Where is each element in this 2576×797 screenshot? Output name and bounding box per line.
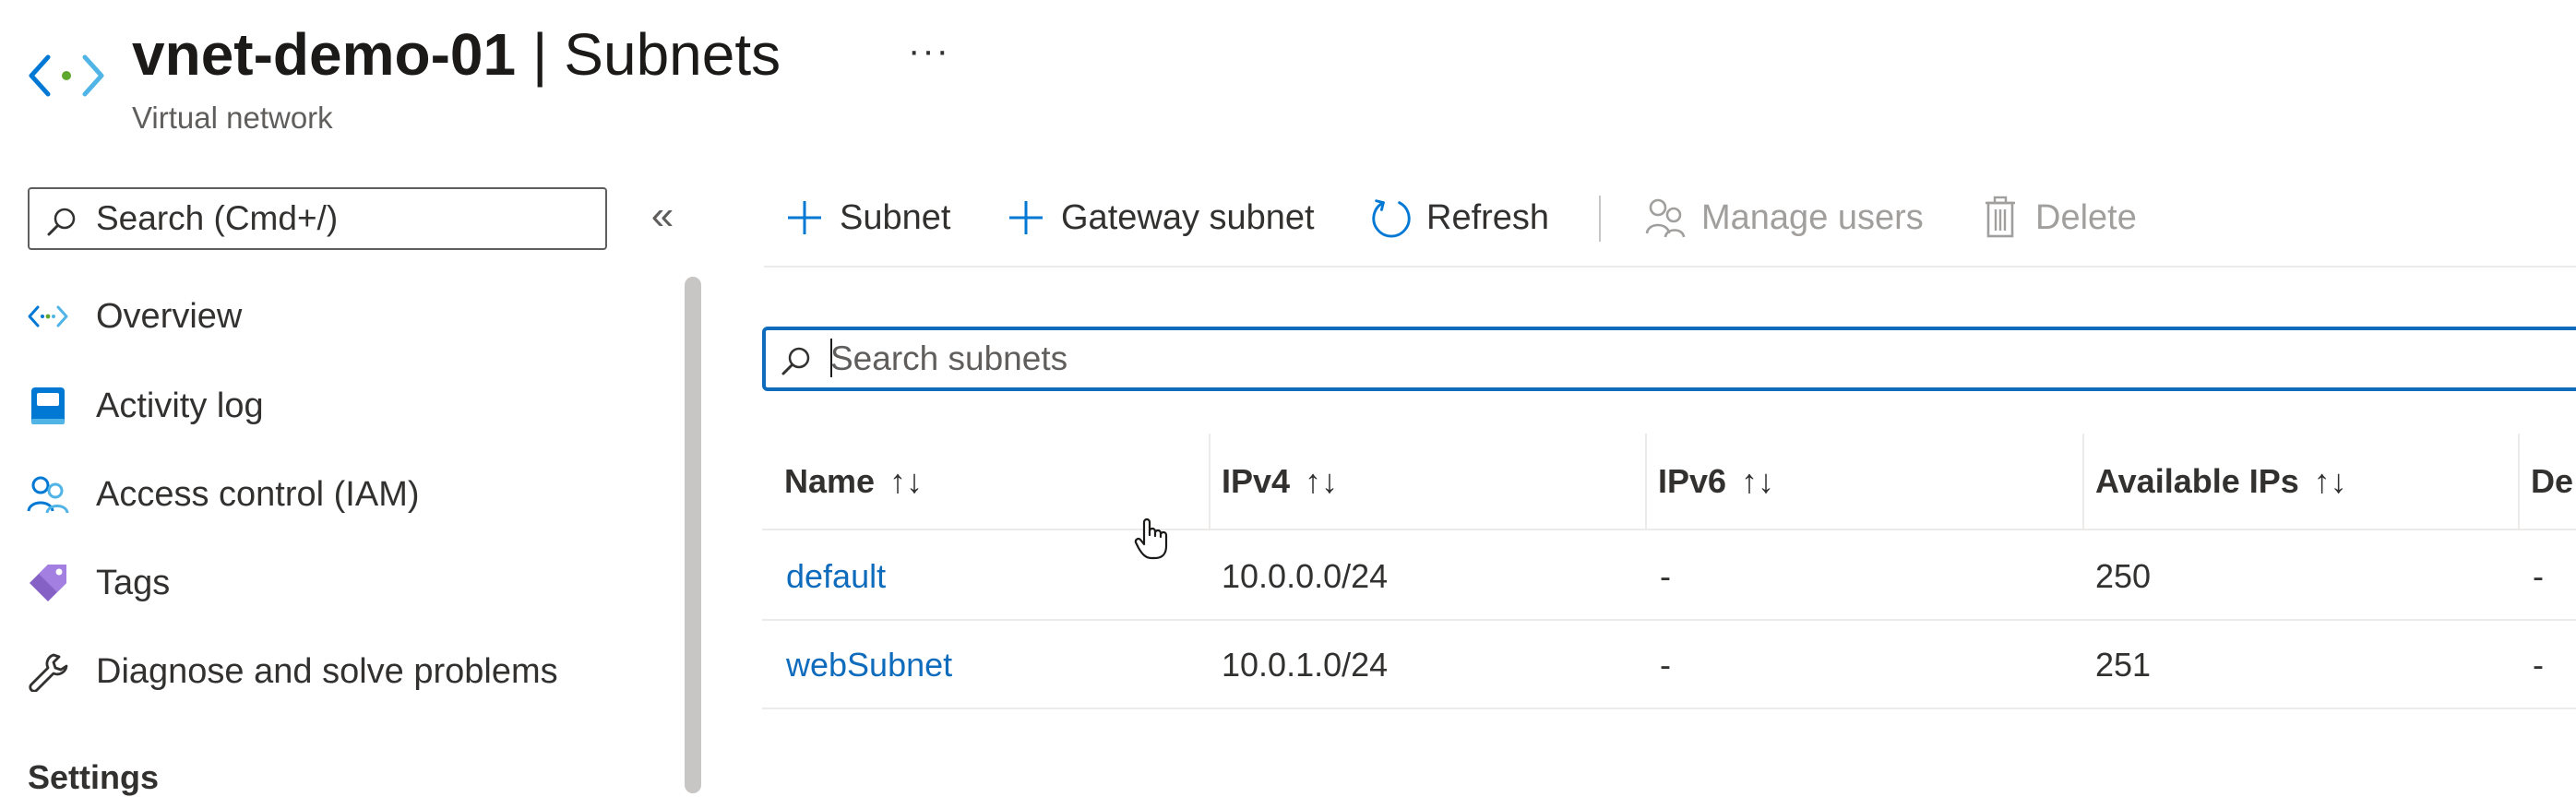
manage-users-icon (1644, 196, 1688, 240)
column-header-available-ips[interactable]: Available IPs ↑↓ (2095, 434, 2347, 529)
text-caret (830, 339, 832, 377)
resource-name: vnet-demo-01 (132, 21, 517, 88)
ipv4-cell: 10.0.0.0/24 (1222, 557, 1389, 595)
plus-icon (782, 196, 827, 240)
plus-icon (1004, 196, 1048, 240)
delete-button[interactable]: Delete (1978, 190, 2137, 245)
manage-users-button[interactable]: Manage users (1644, 190, 1924, 245)
sort-icon[interactable]: ↑↓ (2314, 462, 2347, 501)
tag-icon (26, 561, 70, 605)
add-subnet-label: Subnet (840, 197, 951, 237)
manage-users-label: Manage users (1701, 197, 1924, 237)
people-icon (26, 472, 70, 517)
sidebar-item-diagnose[interactable]: Diagnose and solve problems (26, 644, 653, 699)
sort-icon[interactable]: ↑↓ (889, 462, 923, 501)
page-title: vnet-demo-01 | Subnets (132, 17, 781, 92)
available-ips-cell: 250 (2095, 557, 2152, 595)
vnet-icon (26, 294, 70, 339)
sidebar-item-tags[interactable]: Tags (26, 555, 653, 611)
column-separator[interactable] (1645, 434, 1647, 529)
sidebar-item-label: Tags (96, 563, 171, 602)
subnet-search-box[interactable] (762, 327, 2576, 391)
column-header-ipv4[interactable]: IPv4 ↑↓ (1222, 434, 1338, 529)
row-divider (762, 708, 2576, 709)
column-separator[interactable] (2518, 434, 2520, 529)
search-icon (46, 206, 78, 237)
delegated-cell: - (2533, 646, 2544, 684)
add-subnet-button[interactable]: Subnet (782, 190, 950, 245)
hand-cursor-icon (1133, 517, 1170, 561)
column-header-label: De (2531, 462, 2574, 500)
subnet-name-link[interactable]: webSubnet (786, 621, 952, 709)
collapse-sidebar-button[interactable]: « (646, 196, 679, 240)
available-ips-cell: 251 (2095, 646, 2152, 684)
wrench-icon (26, 649, 70, 694)
row-divider (762, 529, 2576, 530)
sidebar-item-overview[interactable]: Overview (26, 289, 653, 344)
toolbar-divider-line (764, 266, 2576, 268)
sidebar-item-label: Overview (96, 296, 243, 336)
subnet-search-input[interactable] (830, 330, 2491, 387)
add-gateway-subnet-button[interactable]: Gateway subnet (1004, 190, 1315, 245)
sort-icon[interactable]: ↑↓ (1305, 462, 1338, 501)
sidebar-search-box[interactable] (28, 187, 607, 250)
column-separator[interactable] (2082, 434, 2084, 529)
virtual-network-icon (28, 46, 105, 105)
toolbar-divider (1599, 196, 1601, 242)
column-header-label: Available IPs (2095, 462, 2299, 500)
sidebar-search-input[interactable] (96, 189, 594, 248)
ipv4-cell: 10.0.1.0/24 (1222, 646, 1389, 684)
delete-label: Delete (2035, 197, 2137, 237)
column-header-name[interactable]: Name ↑↓ (784, 434, 923, 529)
sidebar-item-activity-log[interactable]: Activity log (26, 378, 653, 434)
column-header-label: IPv4 (1222, 462, 1291, 500)
settings-section-header: Settings (28, 758, 160, 796)
refresh-button[interactable]: Refresh (1369, 190, 1549, 245)
ipv6-cell: - (1660, 646, 1671, 684)
search-icon (781, 345, 812, 376)
column-header-ipv6[interactable]: IPv6 ↑↓ (1658, 434, 1774, 529)
sort-icon[interactable]: ↑↓ (1741, 462, 1774, 501)
activity-log-icon (26, 384, 70, 428)
sidebar-item-access-control[interactable]: Access control (IAM) (26, 467, 653, 522)
refresh-label: Refresh (1426, 197, 1550, 237)
sidebar-scrollbar[interactable] (685, 277, 701, 793)
column-header-label: Name (784, 462, 876, 500)
trash-icon (1978, 196, 2022, 240)
column-separator[interactable] (1209, 434, 1210, 529)
add-gateway-subnet-label: Gateway subnet (1061, 197, 1315, 237)
subnet-name-link[interactable]: default (786, 532, 886, 621)
page-subtitle: Virtual network (132, 101, 333, 135)
blade-name: | Subnets (516, 21, 781, 88)
sidebar-item-label: Access control (IAM) (96, 474, 420, 514)
sidebar-item-label: Diagnose and solve problems (96, 651, 558, 691)
column-header-label: IPv6 (1658, 462, 1727, 500)
ipv6-cell: - (1660, 557, 1671, 595)
column-header-delegated[interactable]: De (2531, 434, 2573, 529)
sidebar-item-label: Activity log (96, 386, 264, 425)
refresh-icon (1369, 196, 1413, 240)
delegated-cell: - (2533, 557, 2544, 595)
more-options-button[interactable]: ··· (908, 32, 948, 77)
